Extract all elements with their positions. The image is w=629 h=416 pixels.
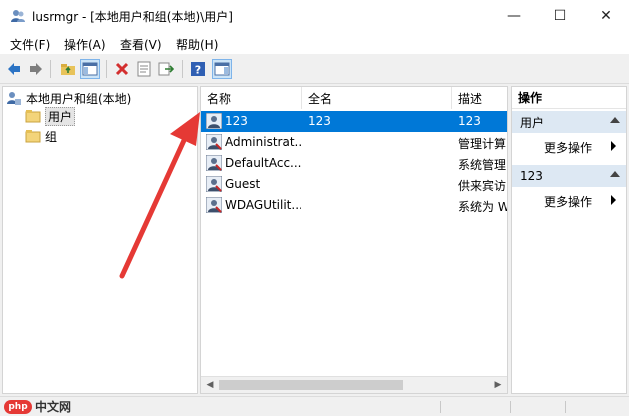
users-groups-icon <box>7 92 21 105</box>
scrollbar-thumb[interactable] <box>219 380 403 390</box>
toolbar: ? <box>0 54 629 84</box>
show-hide-action-pane-icon <box>214 62 230 76</box>
column-header-description[interactable]: 描述 <box>452 87 507 109</box>
folder-icon <box>25 130 41 143</box>
cell-name: 123 <box>225 114 248 128</box>
toolbar-separator <box>50 60 51 78</box>
title-bar: lusrmgr - [本地用户和组(本地)\用户] — ☐ ✕ <box>0 0 629 32</box>
menu-bar: 文件(F) 操作(A) 查看(V) 帮助(H) <box>0 32 629 54</box>
table-row[interactable]: DefaultAcc... 系统管理 <box>201 153 507 174</box>
action-pane: 操作 用户 更多操作 123 更多操作 <box>511 86 627 394</box>
scroll-left-icon[interactable]: ◀ <box>203 379 217 391</box>
show-hide-tree-icon <box>82 62 98 76</box>
maximize-icon: ☐ <box>553 8 567 24</box>
menu-file[interactable]: 文件(F) <box>10 36 50 53</box>
up-folder-button[interactable] <box>58 59 78 79</box>
action-group-title: 用户 <box>520 115 545 130</box>
cell-description: 管理计算 <box>458 137 507 151</box>
tree-root[interactable]: 本地用户和组(本地) <box>6 89 131 107</box>
users-app-icon <box>11 10 25 22</box>
toolbar-separator <box>106 60 107 78</box>
status-divider <box>510 401 511 413</box>
submenu-arrow-icon <box>611 195 616 205</box>
tree-item-label: 组 <box>45 129 58 144</box>
column-header-fullname[interactable]: 全名 <box>302 87 452 109</box>
forward-icon <box>30 63 42 75</box>
close-icon: ✕ <box>600 8 612 24</box>
user-icon <box>206 134 222 150</box>
user-icon <box>206 176 222 192</box>
cell-name: DefaultAcc... <box>225 156 301 170</box>
table-row[interactable]: Administrat... 管理计算 <box>201 132 507 153</box>
php-logo: php <box>4 399 32 414</box>
back-button[interactable] <box>4 59 24 79</box>
status-bar <box>0 396 629 416</box>
cell-description: 123 <box>458 114 481 128</box>
show-hide-action-pane-button[interactable] <box>212 59 232 79</box>
window-title: lusrmgr - [本地用户和组(本地)\用户] <box>32 10 233 24</box>
user-icon <box>206 113 222 129</box>
maximize-button[interactable]: ☐ <box>537 0 583 32</box>
action-group-title: 123 <box>520 169 543 183</box>
up-folder-icon <box>61 64 75 75</box>
export-icon <box>158 62 174 76</box>
close-button[interactable]: ✕ <box>583 0 629 32</box>
watermark-text: 中文网 <box>35 400 72 414</box>
column-header-name[interactable]: 名称 <box>201 87 302 109</box>
tree-item-groups[interactable]: 组 <box>25 127 57 145</box>
cell-name: Administrat... <box>225 135 301 149</box>
table-row[interactable]: 123 123 123 <box>201 111 507 132</box>
minimize-icon: — <box>507 8 521 24</box>
console-tree: 本地用户和组(本地) 用户 组 <box>2 86 198 394</box>
menu-help[interactable]: 帮助(H) <box>176 36 218 53</box>
cell-name: Guest <box>225 177 261 191</box>
status-divider <box>440 401 441 413</box>
properties-icon <box>137 61 151 77</box>
more-actions-123[interactable]: 更多操作 <box>544 193 592 210</box>
horizontal-scrollbar[interactable]: ◀ ▶ <box>201 376 507 393</box>
cell-description: 系统为 W <box>458 200 507 214</box>
action-group-users[interactable]: 用户 <box>512 111 626 133</box>
menu-view[interactable]: 查看(V) <box>120 36 162 53</box>
tree-item-label: 用户 <box>45 106 76 126</box>
minimize-button[interactable]: — <box>491 0 537 32</box>
collapse-icon[interactable] <box>610 117 620 123</box>
collapse-icon[interactable] <box>610 171 620 177</box>
table-row[interactable]: Guest 供来宾访 <box>201 174 507 195</box>
tree-root-label: 本地用户和组(本地) <box>26 91 132 106</box>
show-hide-tree-button[interactable] <box>80 59 100 79</box>
action-pane-title: 操作 <box>512 87 626 109</box>
menu-action[interactable]: 操作(A) <box>64 36 106 53</box>
cell-name: WDAGUtilit... <box>225 198 301 212</box>
tree-item-users[interactable]: 用户 <box>25 106 76 126</box>
delete-button[interactable] <box>112 59 132 79</box>
toolbar-separator <box>182 60 183 78</box>
folder-icon <box>25 110 41 123</box>
status-divider <box>565 401 566 413</box>
watermark: php 中文网 <box>4 398 71 415</box>
user-icon <box>206 197 222 213</box>
export-button[interactable] <box>156 59 176 79</box>
help-icon: ? <box>191 62 205 77</box>
cell-fullname: 123 <box>308 114 331 128</box>
properties-button[interactable] <box>134 59 154 79</box>
back-icon <box>8 63 20 75</box>
more-actions-users[interactable]: 更多操作 <box>544 139 592 156</box>
help-button[interactable]: ? <box>188 59 208 79</box>
delete-icon <box>115 62 129 76</box>
user-list: 名称 全名 描述 123 123 123 Administrat... 管理计算… <box>200 86 508 394</box>
cell-description: 供来宾访 <box>458 179 507 193</box>
submenu-arrow-icon <box>611 141 616 151</box>
forward-button[interactable] <box>26 59 46 79</box>
svg-text:?: ? <box>195 64 201 77</box>
user-icon <box>206 155 222 171</box>
scroll-right-icon[interactable]: ▶ <box>491 379 505 391</box>
action-group-123[interactable]: 123 <box>512 165 626 187</box>
table-row[interactable]: WDAGUtilit... 系统为 W <box>201 195 507 216</box>
cell-description: 系统管理 <box>458 158 507 172</box>
